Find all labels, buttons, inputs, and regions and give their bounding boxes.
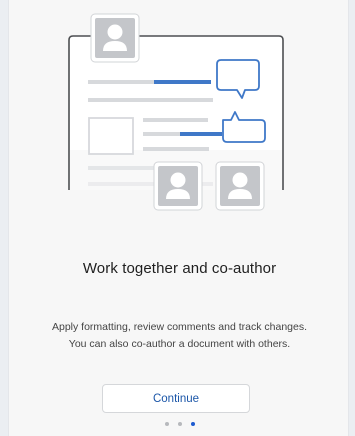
description-line: Apply formatting, review comments and tr…: [51, 321, 308, 333]
page-dot-1[interactable]: [164, 422, 169, 426]
slide-title: Work together and co-author: [82, 260, 277, 277]
slide-description: Apply formatting, review comments and tr…: [9, 319, 350, 353]
person-avatar-icon: [215, 161, 265, 211]
page-indicator: [9, 422, 350, 426]
page-dot-2[interactable]: [177, 422, 182, 426]
onboarding-card: Work together and co-author Apply format…: [8, 0, 349, 436]
page-dot-3-active[interactable]: [190, 422, 195, 426]
description-line: You can also co-author a document with o…: [68, 338, 291, 350]
coauthor-illustration: [68, 13, 284, 211]
person-avatar-icon: [153, 161, 203, 211]
person-avatar-icon: [90, 13, 140, 63]
continue-button[interactable]: Continue: [102, 384, 250, 413]
